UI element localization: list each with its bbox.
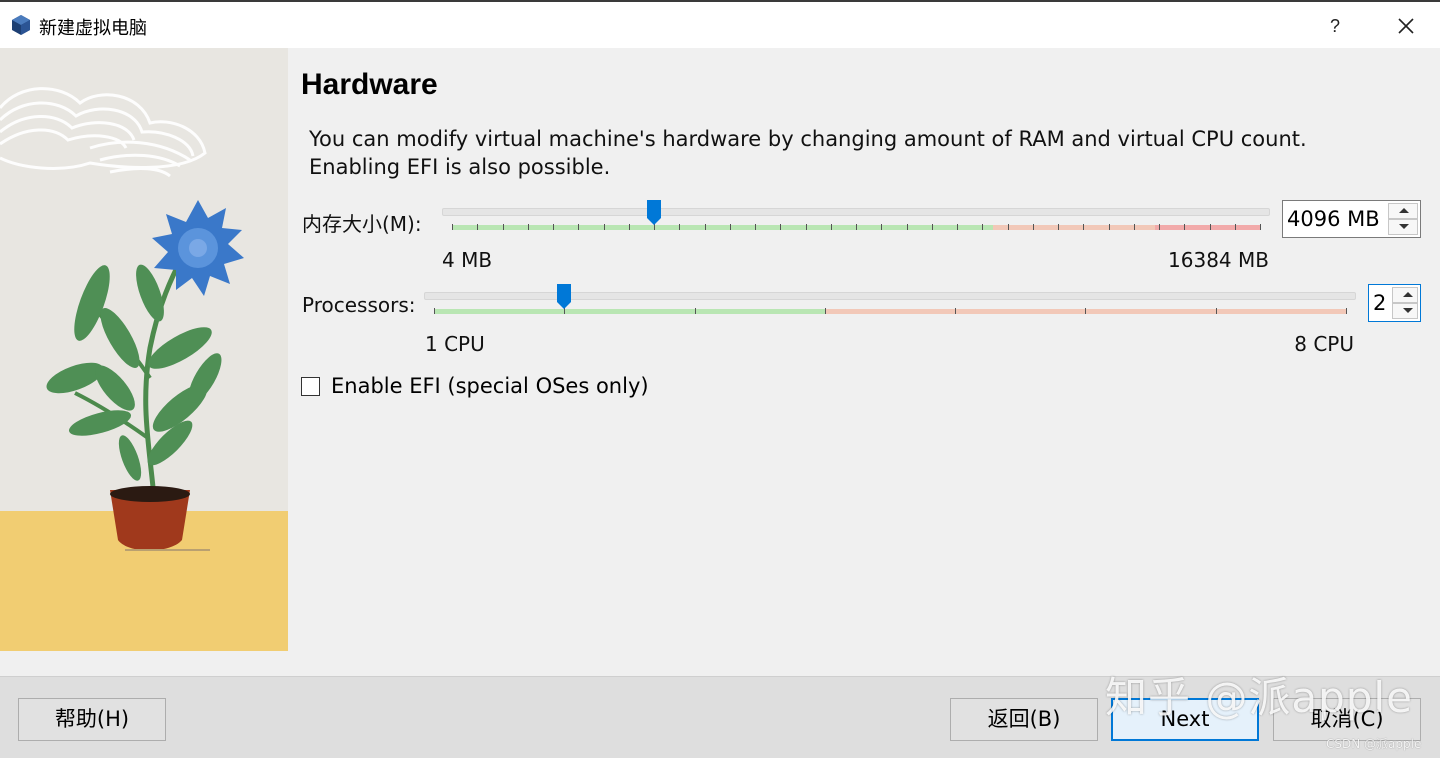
processors-recommended-band xyxy=(434,309,827,314)
processors-tick xyxy=(824,308,826,314)
memory-tick xyxy=(1108,224,1110,230)
memory-recommended-band xyxy=(452,225,994,230)
new-vm-dialog: 新建虚拟电脑 ? Hardware You can modify virtual… xyxy=(0,0,1440,758)
memory-tick xyxy=(881,224,883,230)
page-description: You can modify virtual machine's hardwar… xyxy=(309,125,1307,181)
memory-tick xyxy=(906,224,908,230)
window-title: 新建虚拟电脑 xyxy=(39,18,147,39)
help-button[interactable]: 帮助(H) xyxy=(18,698,166,741)
memory-tick xyxy=(527,224,529,230)
processors-increase-button[interactable] xyxy=(1392,287,1418,303)
memory-tick xyxy=(805,224,807,230)
processors-spinbox[interactable] xyxy=(1368,284,1421,322)
efi-checkbox[interactable] xyxy=(301,377,320,396)
memory-decrease-button[interactable] xyxy=(1388,219,1418,235)
processors-slider[interactable] xyxy=(424,284,1356,320)
memory-tick xyxy=(780,224,782,230)
processors-tick xyxy=(1215,308,1217,314)
memory-tick xyxy=(553,224,554,230)
processors-tick xyxy=(694,308,696,314)
memory-input[interactable] xyxy=(1287,203,1383,235)
flower-illustration xyxy=(0,48,288,651)
memory-tick xyxy=(502,224,504,230)
memory-tick xyxy=(1133,224,1135,230)
memory-slider[interactable] xyxy=(442,200,1270,236)
title-bar: 新建虚拟电脑 ? xyxy=(0,0,1440,48)
memory-tick xyxy=(1209,224,1211,230)
memory-increase-button[interactable] xyxy=(1388,203,1418,219)
memory-label: 内存大小(M): xyxy=(302,212,422,236)
memory-tick xyxy=(578,224,580,230)
processors-tick xyxy=(1085,308,1087,314)
processors-tick xyxy=(955,308,957,314)
description-line-2: Enabling EFI is also possible. xyxy=(309,155,611,179)
virtualbox-icon xyxy=(12,15,30,35)
memory-tick xyxy=(477,224,479,230)
memory-tick xyxy=(755,224,756,230)
processors-tick xyxy=(434,308,435,314)
memory-danger-band xyxy=(1154,225,1260,230)
processors-label: Processors: xyxy=(302,293,416,317)
memory-tick xyxy=(931,224,933,230)
processors-min-label: 1 CPU xyxy=(425,332,485,356)
memory-tick xyxy=(628,224,630,230)
zhihu-watermark: 知乎 @派apple xyxy=(1105,673,1413,722)
memory-tick xyxy=(1184,224,1186,230)
back-button[interactable]: 返回(B) xyxy=(950,698,1098,741)
memory-tick xyxy=(679,224,681,230)
context-help-button[interactable]: ? xyxy=(1320,10,1350,42)
processors-slider-handle[interactable] xyxy=(557,284,572,310)
memory-tick xyxy=(830,224,832,230)
memory-tick xyxy=(603,224,605,230)
memory-tick xyxy=(729,224,731,230)
memory-tick xyxy=(704,224,706,230)
memory-tick xyxy=(1083,224,1085,230)
memory-tick xyxy=(1032,224,1034,230)
processors-tick xyxy=(1346,308,1347,314)
processors-decrease-button[interactable] xyxy=(1392,303,1418,319)
memory-tick xyxy=(856,224,857,230)
memory-tick xyxy=(982,224,984,230)
processors-spin-arrows xyxy=(1392,287,1418,319)
memory-max-label: 16384 MB xyxy=(1168,248,1269,272)
memory-tick xyxy=(1058,224,1059,230)
memory-spinbox[interactable] xyxy=(1282,200,1421,238)
memory-tick xyxy=(1159,224,1160,230)
memory-tick xyxy=(957,224,958,230)
memory-tick xyxy=(1007,224,1009,230)
processors-input[interactable] xyxy=(1373,287,1389,319)
memory-warning-band xyxy=(993,225,1155,230)
memory-spin-arrows xyxy=(1388,203,1418,235)
page-heading: Hardware xyxy=(301,68,438,101)
memory-tick xyxy=(1260,224,1261,230)
memory-tick xyxy=(452,224,453,230)
memory-tick xyxy=(1234,224,1236,230)
efi-checkbox-label[interactable]: Enable EFI (special OSes only) xyxy=(331,374,649,398)
close-icon[interactable] xyxy=(1386,10,1426,42)
memory-slider-groove xyxy=(442,208,1270,216)
memory-slider-handle[interactable] xyxy=(646,200,661,226)
processors-max-label: 8 CPU xyxy=(1294,332,1354,356)
memory-min-label: 4 MB xyxy=(442,248,493,272)
description-line-1: You can modify virtual machine's hardwar… xyxy=(309,127,1307,151)
csdn-watermark: CSDN @派apple xyxy=(1326,737,1422,751)
